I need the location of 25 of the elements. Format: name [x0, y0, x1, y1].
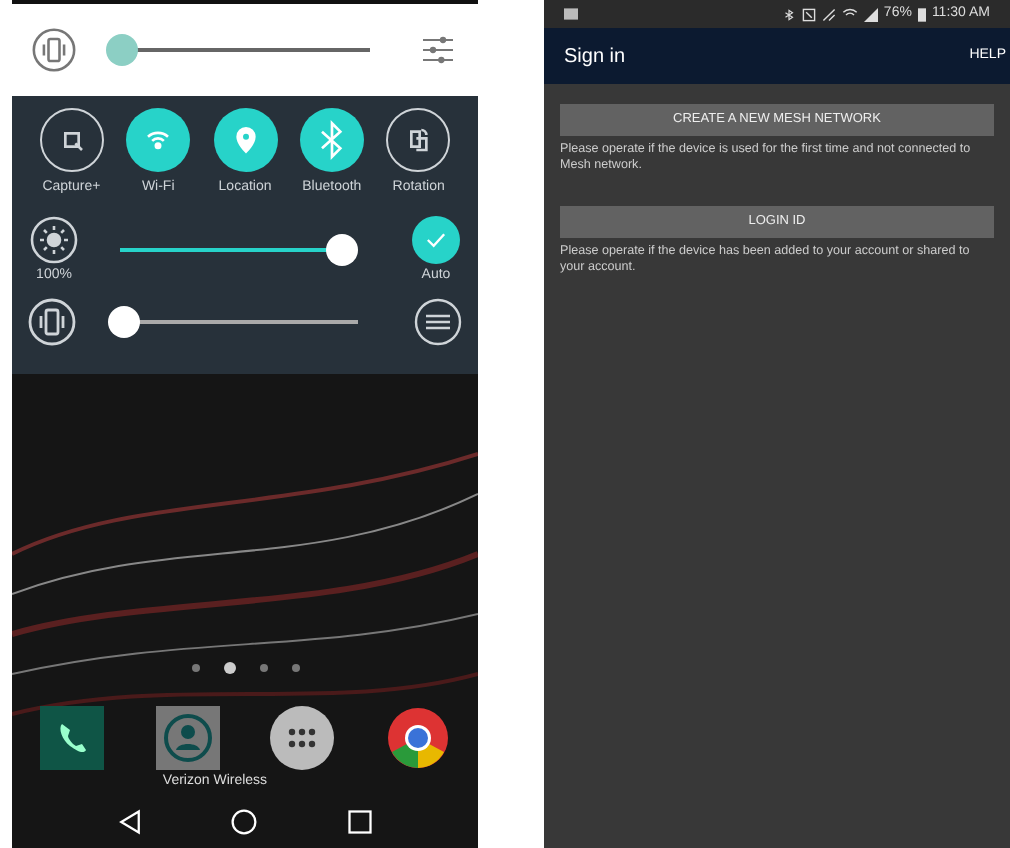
phone-icon[interactable] — [40, 705, 104, 769]
image-icon — [564, 8, 578, 20]
bluetooth-icon — [781, 7, 796, 21]
signal-icon — [863, 7, 878, 21]
slider-thumb[interactable] — [105, 34, 138, 66]
contact-person-icon[interactable] — [155, 705, 220, 769]
app-grid-icon[interactable] — [270, 705, 335, 769]
settings-icon[interactable] — [414, 298, 462, 346]
slider-thumb[interactable] — [326, 234, 359, 267]
slider-thumb[interactable] — [107, 306, 140, 338]
toggle-button[interactable] — [126, 108, 191, 172]
home-icon[interactable] — [230, 808, 259, 836]
recents-icon[interactable] — [346, 808, 375, 836]
vibrate-icon[interactable] — [32, 28, 76, 72]
toggle-button[interactable] — [299, 108, 364, 172]
brightness-icon — [30, 215, 78, 263]
circle-logo-icon[interactable] — [385, 705, 450, 769]
back-icon[interactable] — [115, 808, 144, 836]
wifi-icon — [841, 7, 858, 21]
toggle-button[interactable] — [213, 108, 278, 172]
toggle-button[interactable] — [39, 108, 104, 172]
auto-brightness-toggle[interactable] — [412, 215, 460, 263]
battery-icon — [917, 7, 926, 21]
toggle-button[interactable] — [386, 108, 451, 172]
screen-title: Sign in — [564, 43, 626, 71]
